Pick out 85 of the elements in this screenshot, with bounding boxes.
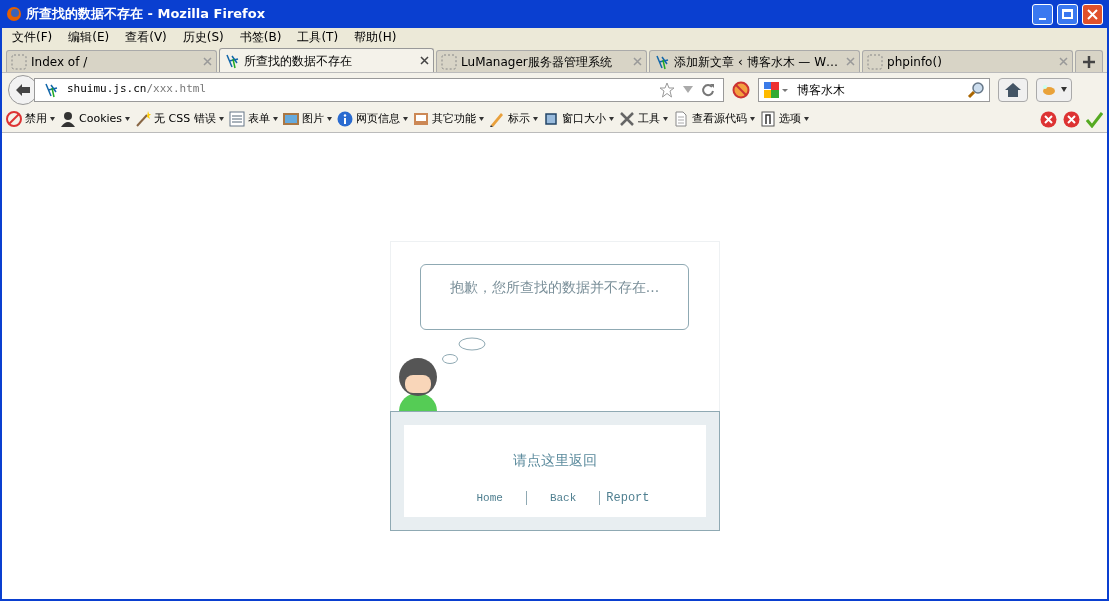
dropdown-icon[interactable] bbox=[683, 85, 693, 94]
star-icon[interactable] bbox=[659, 81, 675, 98]
toolbar-menu-button[interactable]: 网页信息 bbox=[336, 110, 408, 128]
caret-icon bbox=[478, 117, 484, 121]
browser-tab[interactable]: Index of / bbox=[6, 50, 218, 72]
reload-icon[interactable] bbox=[701, 82, 715, 97]
search-engine-icon[interactable] bbox=[763, 80, 789, 99]
close-tab-icon[interactable] bbox=[420, 56, 430, 65]
plus-icon bbox=[1083, 55, 1096, 68]
blank-page-icon bbox=[867, 53, 884, 70]
footer-link[interactable]: Report bbox=[603, 489, 653, 507]
caret-icon bbox=[326, 117, 332, 121]
site-favicon-icon bbox=[224, 52, 241, 69]
caret-icon bbox=[272, 117, 278, 121]
new-tab-button[interactable] bbox=[1075, 50, 1103, 72]
caret-icon bbox=[803, 117, 809, 121]
menu-item[interactable]: 工具(T) bbox=[297, 28, 339, 46]
pencil-icon bbox=[488, 111, 505, 127]
menu-item[interactable]: 历史(S) bbox=[182, 28, 224, 46]
search-text: 博客水木 bbox=[797, 81, 845, 99]
home-button[interactable] bbox=[998, 77, 1028, 102]
menu-item[interactable]: 编辑(E) bbox=[68, 28, 110, 46]
close-button[interactable] bbox=[1082, 3, 1103, 25]
toolbar-menu-button[interactable]: 禁用 bbox=[6, 110, 55, 128]
address-field[interactable]: shuimu.js.cn/xxx.html bbox=[34, 77, 724, 102]
toolbar-menu-button[interactable]: 无 CSS 错误 bbox=[135, 110, 224, 128]
site-favicon-icon bbox=[654, 53, 671, 70]
close-icon bbox=[1087, 8, 1098, 20]
menu-item[interactable]: 查看(V) bbox=[125, 28, 167, 46]
caret-icon bbox=[125, 117, 131, 121]
toolbar-menu-button[interactable]: 表单 bbox=[228, 110, 278, 128]
minimize-button[interactable] bbox=[1032, 3, 1053, 25]
blank-page-icon bbox=[11, 53, 27, 70]
magic-wand-icon bbox=[135, 111, 152, 127]
caret-icon bbox=[749, 117, 755, 121]
caret-icon bbox=[50, 117, 55, 121]
search-field[interactable]: 博客水木 bbox=[758, 77, 990, 102]
document-icon bbox=[672, 111, 689, 127]
picture-icon bbox=[282, 111, 299, 127]
toolbar-menu-button[interactable]: 查看源代码 bbox=[672, 110, 755, 128]
browser-tab[interactable]: phpinfo() bbox=[862, 50, 1074, 72]
caret-icon bbox=[532, 117, 538, 121]
url-path: /xxx.html bbox=[146, 82, 207, 96]
blocked-icon[interactable] bbox=[732, 80, 750, 99]
toolbar-menu-button[interactable]: 窗口大小 bbox=[542, 110, 614, 128]
toolbar-menu-button[interactable]: 其它功能 bbox=[412, 110, 484, 128]
toolbar-menu-button[interactable]: Cookies bbox=[60, 110, 131, 128]
caret-icon bbox=[608, 117, 614, 121]
window-title: 所查找的数据不存在 - Mozilla Firefox bbox=[26, 5, 266, 24]
browser-tab[interactable]: 添加新文章 ‹ 博客水木 — W… bbox=[649, 50, 861, 72]
browser-tab[interactable]: LuManager服务器管理系统 bbox=[436, 50, 648, 72]
error-message: 抱歉，您所查找的数据并不存在... bbox=[449, 278, 660, 297]
site-favicon-icon bbox=[43, 81, 59, 98]
check-icon[interactable] bbox=[1086, 110, 1103, 128]
footer-link[interactable]: Home bbox=[456, 489, 523, 507]
toolbar-menu-button[interactable]: 工具 bbox=[618, 110, 668, 128]
info-icon bbox=[336, 111, 353, 127]
toolbar-menu-button[interactable]: 标示 bbox=[488, 110, 538, 128]
toolbar-menu-button[interactable]: 选项 bbox=[759, 110, 809, 128]
toolbar-menu-button[interactable]: 图片 bbox=[282, 110, 332, 128]
maximize-button[interactable] bbox=[1057, 3, 1078, 25]
caret-icon bbox=[1061, 87, 1067, 92]
form-icon bbox=[228, 111, 245, 127]
error-icon[interactable] bbox=[1040, 110, 1057, 128]
browser-tab[interactable]: 所查找的数据不存在 bbox=[219, 48, 435, 72]
footer-link[interactable]: Back bbox=[529, 489, 597, 507]
options-icon bbox=[759, 111, 776, 127]
caret-icon bbox=[402, 117, 408, 121]
inbox-icon bbox=[412, 111, 429, 127]
back-arrow-icon bbox=[15, 82, 31, 97]
person-icon bbox=[60, 111, 76, 127]
browser-logo-icon bbox=[6, 6, 22, 22]
no-entry-icon bbox=[6, 111, 22, 127]
thought-bubble-icon bbox=[441, 337, 486, 365]
return-link[interactable]: 请点这里返回 bbox=[512, 450, 597, 471]
menu-item[interactable]: 书签(B) bbox=[239, 28, 282, 46]
url-host: shuimu.js.cn bbox=[67, 82, 147, 96]
search-icon[interactable] bbox=[967, 80, 985, 99]
menu-item[interactable]: 文件(F) bbox=[12, 28, 53, 46]
error-icon[interactable] bbox=[1063, 110, 1080, 128]
menu-item[interactable]: 帮助(H) bbox=[354, 28, 397, 46]
caret-icon bbox=[218, 117, 224, 121]
home-icon bbox=[1005, 82, 1021, 97]
blank-page-icon bbox=[441, 53, 458, 70]
caret-icon bbox=[662, 117, 668, 121]
